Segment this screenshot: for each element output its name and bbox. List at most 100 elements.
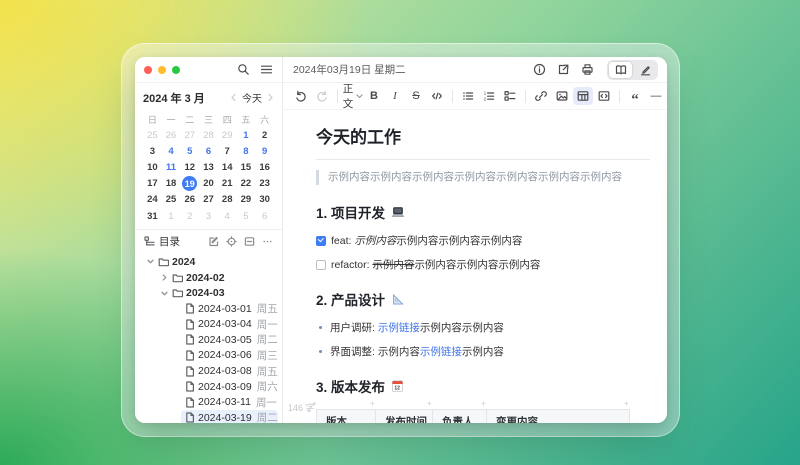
info-icon[interactable] <box>533 63 546 76</box>
calendar-day[interactable]: 24 <box>143 192 162 208</box>
calendar-day[interactable]: 26 <box>162 127 181 143</box>
calendar-day[interactable]: 2 <box>180 208 199 224</box>
calendar-day[interactable]: 27 <box>180 127 199 143</box>
calendar-day[interactable]: 1 <box>237 127 256 143</box>
export-icon[interactable] <box>557 63 570 76</box>
read-mode-button[interactable] <box>609 62 632 78</box>
calendar-day[interactable]: 6 <box>199 143 218 159</box>
calendar-day[interactable]: 3 <box>143 143 162 159</box>
calendar-day[interactable]: 14 <box>218 159 237 175</box>
calendar-day[interactable]: 13 <box>199 159 218 175</box>
paragraph-style-dropdown[interactable]: 正文 <box>343 87 363 105</box>
bold-button[interactable]: B <box>364 87 384 105</box>
ordered-list-icon[interactable]: 12 <box>479 87 499 105</box>
close-window-button[interactable] <box>144 66 152 74</box>
strikethrough-button[interactable]: S <box>406 87 426 105</box>
task-list-icon[interactable] <box>500 87 520 105</box>
link-text[interactable]: 示例链接 <box>378 322 420 334</box>
checkbox-unchecked[interactable] <box>316 260 326 270</box>
tree-file-2024-03-09[interactable]: 2024-03-09周六 <box>181 379 278 395</box>
calendar-day[interactable]: 31 <box>143 208 162 224</box>
table-header-cell[interactable]: 发布时间 <box>376 410 433 424</box>
print-icon[interactable] <box>581 63 594 76</box>
tree-file-2024-03-11[interactable]: 2024-03-11周一 <box>181 394 278 410</box>
calendar-day[interactable]: 22 <box>237 176 256 192</box>
compose-icon[interactable] <box>208 236 219 247</box>
table-handle-plus[interactable]: + <box>427 400 432 408</box>
table-header-cell[interactable]: 变更内容 <box>487 410 630 424</box>
calendar-day[interactable]: 30 <box>255 192 274 208</box>
calendar-day[interactable]: 5 <box>180 143 199 159</box>
calendar-day[interactable]: 25 <box>162 192 181 208</box>
table-handle-plus[interactable]: + <box>624 400 629 408</box>
inline-code-icon[interactable] <box>427 87 447 105</box>
table-header-cell[interactable]: 版本 <box>317 410 376 424</box>
calendar-day[interactable]: 9 <box>255 143 274 159</box>
calendar-day[interactable]: 17 <box>143 176 162 192</box>
calendar-day[interactable]: 15 <box>237 159 256 175</box>
menu-icon[interactable] <box>260 63 273 76</box>
calendar-day[interactable]: 28 <box>218 192 237 208</box>
tree-file-2024-03-05[interactable]: 2024-03-05周二 <box>181 332 278 348</box>
calendar-today-button[interactable]: 今天 <box>242 90 262 105</box>
link-text[interactable]: 示例链接 <box>420 346 462 358</box>
chevron-down-icon[interactable] <box>161 290 169 297</box>
calendar-day[interactable]: 7 <box>218 143 237 159</box>
italic-button[interactable]: I <box>385 87 405 105</box>
table-header-cell[interactable]: 负责人 <box>433 410 487 424</box>
code-block-icon[interactable] <box>594 87 614 105</box>
checkbox-checked[interactable] <box>316 236 326 246</box>
calendar-day[interactable]: 1 <box>162 208 181 224</box>
calendar-day[interactable]: 3 <box>199 208 218 224</box>
edit-mode-button[interactable] <box>633 62 656 78</box>
tree-file-2024-03-19[interactable]: 2024-03-19周二 <box>181 410 278 423</box>
tree-file-2024-03-01[interactable]: 2024-03-01周五 <box>181 301 278 317</box>
undo-icon[interactable] <box>291 87 311 105</box>
calendar-day[interactable]: 25 <box>143 127 162 143</box>
calendar-day[interactable]: 4 <box>218 208 237 224</box>
table-icon[interactable] <box>573 87 593 105</box>
calendar-day[interactable]: 27 <box>199 192 218 208</box>
bullet-list-icon[interactable] <box>458 87 478 105</box>
calendar-day[interactable]: 4 <box>162 143 181 159</box>
calendar-day[interactable]: 8 <box>237 143 256 159</box>
calendar-day[interactable]: 11 <box>162 159 181 175</box>
calendar-prev-icon[interactable] <box>230 93 237 102</box>
redo-icon[interactable] <box>312 87 332 105</box>
tree-file-2024-03-06[interactable]: 2024-03-06周三 <box>181 348 278 364</box>
calendar-day[interactable]: 29 <box>218 127 237 143</box>
calendar-day[interactable]: 19 <box>180 176 199 192</box>
version-table[interactable]: 版本发布时间负责人变更内容v0.3.02024.3.19XXX示例内容示例内容示… <box>316 409 630 423</box>
calendar-day[interactable]: 29 <box>237 192 256 208</box>
search-icon[interactable] <box>237 63 250 76</box>
calendar-day[interactable]: 10 <box>143 159 162 175</box>
tree-folder-2024-02[interactable]: 2024-02 <box>161 270 278 286</box>
chevron-right-icon[interactable] <box>161 274 169 281</box>
zoom-window-button[interactable] <box>172 66 180 74</box>
tree-file-2024-03-04[interactable]: 2024-03-04周一 <box>181 317 278 333</box>
table-handle-plus[interactable]: + <box>481 400 486 408</box>
tree-folder-2024[interactable]: 2024 <box>147 254 278 270</box>
calendar-next-icon[interactable] <box>267 93 274 102</box>
calendar-day[interactable]: 18 <box>162 176 181 192</box>
calendar-day[interactable]: 28 <box>199 127 218 143</box>
calendar-day[interactable]: 6 <box>255 208 274 224</box>
image-icon[interactable] <box>552 87 572 105</box>
calendar-day[interactable]: 21 <box>218 176 237 192</box>
calendar-day[interactable]: 23 <box>255 176 274 192</box>
calendar-day[interactable]: 5 <box>237 208 256 224</box>
calendar-day[interactable]: 12 <box>180 159 199 175</box>
locate-icon[interactable] <box>226 236 237 247</box>
hr-icon[interactable]: — <box>646 87 666 105</box>
link-icon[interactable] <box>531 87 551 105</box>
calendar-day[interactable]: 2 <box>255 127 274 143</box>
note-content[interactable]: 今天的工作 示例内容示例内容示例内容示例内容示例内容示例内容示例内容 1. 项目… <box>283 110 667 423</box>
calendar-day[interactable]: 26 <box>180 192 199 208</box>
tree-file-2024-03-08[interactable]: 2024-03-08周五 <box>181 363 278 379</box>
minimize-window-button[interactable] <box>158 66 166 74</box>
more-icon[interactable] <box>262 236 273 247</box>
quote-icon[interactable]: “ <box>625 87 645 105</box>
calendar-day[interactable]: 16 <box>255 159 274 175</box>
chevron-down-icon[interactable] <box>147 258 155 265</box>
tree-folder-2024-03[interactable]: 2024-03 <box>161 285 278 301</box>
